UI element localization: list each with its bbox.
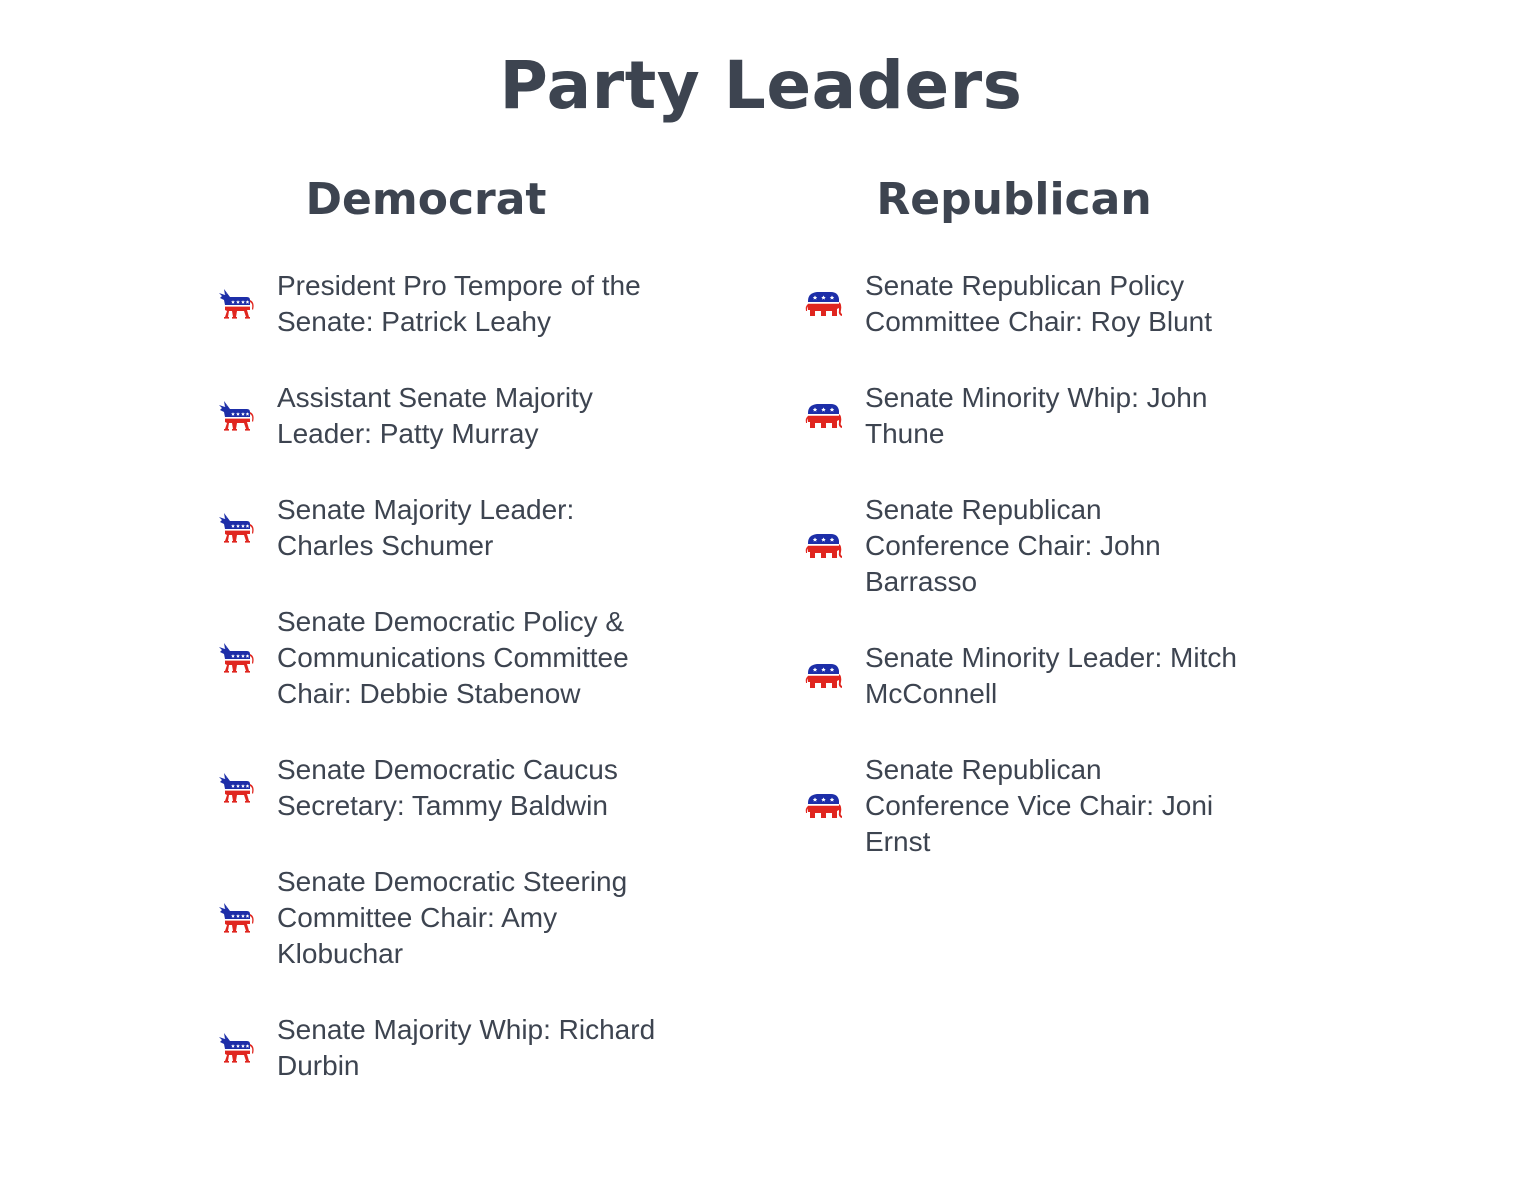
democrat-donkey-icon <box>216 638 256 678</box>
leader-name: Senate Majority Whip: Richard Durbin <box>277 1014 656 1081</box>
democrat-donkey-icon <box>216 1028 256 1068</box>
list-item: Senate Democratic Policy & Communication… <box>216 604 666 712</box>
list-item: Senate Minority Whip: John Thune <box>804 380 1254 452</box>
list-item: Assistant Senate Majority Leader: Patty … <box>216 380 666 452</box>
list-item: Senate Majority Leader: Charles Schumer <box>216 492 666 564</box>
list-item: Senate Democratic Steering Committee Cha… <box>216 864 666 972</box>
democrat-donkey-icon <box>216 898 256 938</box>
republican-elephant-icon <box>804 284 844 324</box>
leader-name: Senate Democratic Caucus Secretary: Tamm… <box>277 754 618 821</box>
democrat-donkey-icon <box>216 508 256 548</box>
leader-name: Senate Majority Leader: Charles Schumer <box>277 494 575 561</box>
leader-name: Senate Republican Policy Committee Chair… <box>865 270 1213 337</box>
republican-elephant-icon <box>804 656 844 696</box>
leader-name: Senate Minority Whip: John Thune <box>865 382 1208 449</box>
democrat-heading: Democrat <box>305 174 547 225</box>
leader-name: President Pro Tempore of the Senate: Pat… <box>277 270 641 337</box>
page-title: Party Leaders <box>499 47 1023 124</box>
democrat-donkey-icon <box>216 284 256 324</box>
democrat-donkey-icon <box>216 396 256 436</box>
republican-elephant-icon <box>804 396 844 436</box>
list-item: Senate Republican Policy Committee Chair… <box>804 268 1254 340</box>
leader-name: Senate Democratic Steering Committee Cha… <box>277 866 628 969</box>
list-item: President Pro Tempore of the Senate: Pat… <box>216 268 666 340</box>
list-item: Senate Minority Leader: Mitch McConnell <box>804 640 1254 712</box>
list-item: Senate Republican Conference Chair: John… <box>804 492 1254 600</box>
democrat-leader-list: President Pro Tempore of the Senate: Pat… <box>216 268 666 1124</box>
republican-leader-list: Senate Republican Policy Committee Chair… <box>804 268 1254 900</box>
list-item: Senate Majority Whip: Richard Durbin <box>216 1012 666 1084</box>
leader-name: Senate Republican Conference Chair: John… <box>865 494 1161 597</box>
leader-name: Senate Republican Conference Vice Chair:… <box>865 754 1214 857</box>
leader-name: Assistant Senate Majority Leader: Patty … <box>277 382 593 449</box>
republican-elephant-icon <box>804 786 844 826</box>
list-item: Senate Republican Conference Vice Chair:… <box>804 752 1254 860</box>
leader-name: Senate Minority Leader: Mitch McConnell <box>865 642 1237 709</box>
list-item: Senate Democratic Caucus Secretary: Tamm… <box>216 752 666 824</box>
leader-name: Senate Democratic Policy & Communication… <box>277 606 629 709</box>
republican-heading: Republican <box>876 174 1152 225</box>
democrat-donkey-icon <box>216 768 256 808</box>
republican-elephant-icon <box>804 526 844 566</box>
